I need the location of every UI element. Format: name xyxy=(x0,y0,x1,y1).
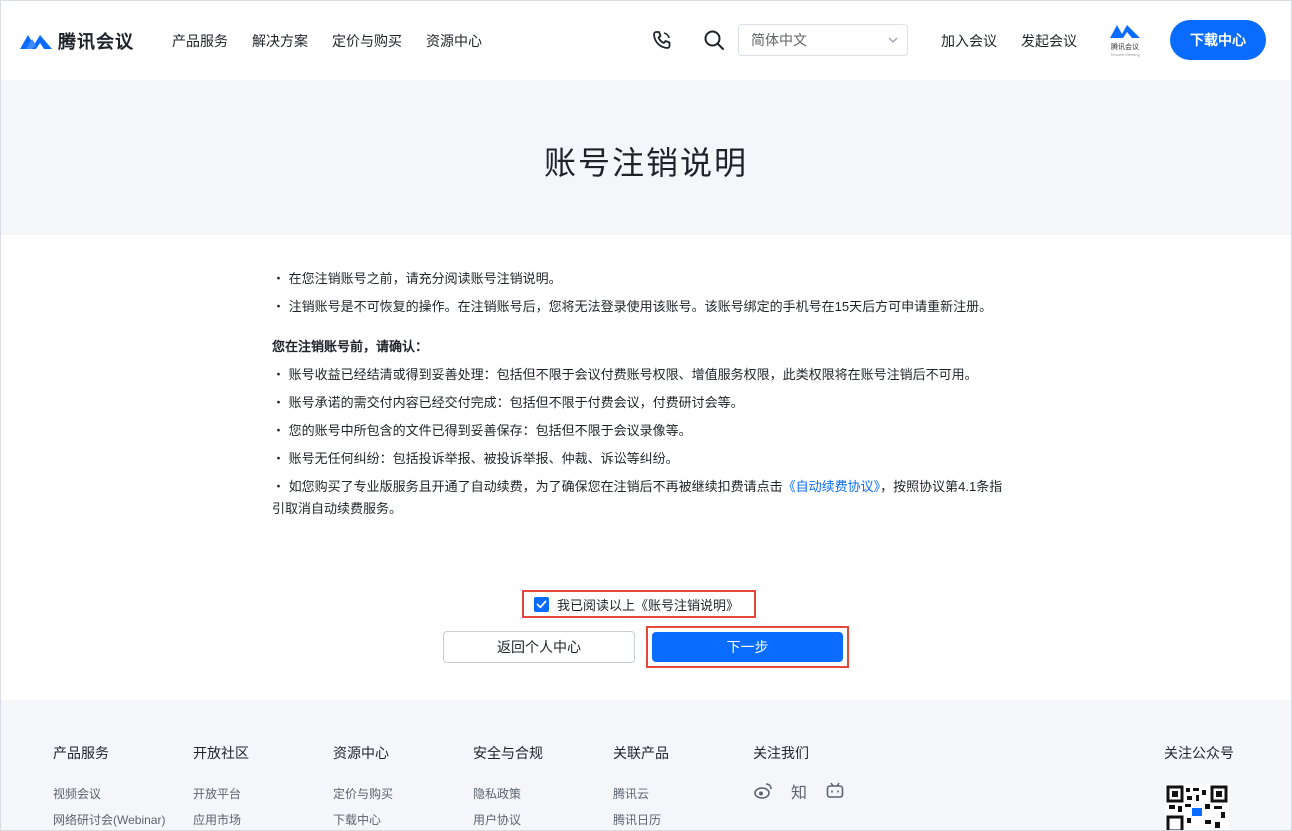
next-step-highlight: 下一步 xyxy=(646,626,849,668)
footer-col-title: 资源中心 xyxy=(333,745,389,761)
footer-col-resources: 资源中心 定价与购买 下载中心 xyxy=(333,743,393,831)
confirm-item: ・ 您的账号中所包含的文件已得到妥善保存：包括但不限于会议录像等。 xyxy=(272,423,692,438)
confirm-item: ・ 账号承诺的需交付内容已经交付完成：包括但不限于付费会议，付费研讨会等。 xyxy=(272,395,744,410)
nav-pricing[interactable]: 定价与购买 xyxy=(332,31,402,51)
footer-link[interactable]: 视频会议 xyxy=(53,781,165,807)
footer-col-title: 关联产品 xyxy=(613,745,669,761)
footer-col-products: 产品服务 视频会议 网络研讨会(Webinar) xyxy=(53,743,165,831)
footer-link[interactable]: 开放平台 xyxy=(193,781,249,807)
cancellation-notice: ・ 在您注销账号之前，请充分阅读账号注销说明。 ・ 注销账号是不可恢复的操作。在… xyxy=(272,268,1014,526)
notice-paragraph: ・ 注销账号是不可恢复的操作。在注销账号后，您将无法登录使用该账号。该账号绑定的… xyxy=(272,299,993,314)
notice-paragraph: ・ 在您注销账号之前，请充分阅读账号注销说明。 xyxy=(272,271,562,286)
agree-checkbox[interactable] xyxy=(534,596,549,612)
footer-col-security: 安全与合规 隐私政策 用户协议 xyxy=(473,743,543,831)
logo-text: 腾讯会议 xyxy=(58,32,134,52)
page-title: 账号注销说明 xyxy=(543,144,748,181)
confirm-item: ・ 账号无任何纠纷：包括投诉举报、被投诉举报、仲裁、诉讼等纠纷。 xyxy=(272,451,679,466)
footer-col-wechat: 关注公众号 xyxy=(1164,743,1234,781)
page-banner: 账号注销说明 xyxy=(1,80,1291,235)
start-meeting-link[interactable]: 发起会议 xyxy=(1021,31,1077,51)
language-select[interactable]: 简体中文 xyxy=(738,24,908,56)
zhihu-icon[interactable]: 知 xyxy=(789,781,809,802)
footer-link[interactable]: 隐私政策 xyxy=(473,781,543,807)
chevron-down-icon xyxy=(888,37,898,43)
footer-link[interactable]: 腾讯日历 xyxy=(613,807,669,831)
footer-col-community: 开放社区 开放平台 应用市场 xyxy=(193,743,249,831)
footer-link[interactable]: 定价与购买 xyxy=(333,781,393,807)
footer-link[interactable]: 网络研讨会(Webinar) xyxy=(53,807,165,831)
footer-col-title: 安全与合规 xyxy=(473,745,543,761)
top-header: 腾讯会议 产品服务 解决方案 定价与购买 资源中心 简体中文 加入会议 发起会议… xyxy=(0,0,1292,80)
nav-product-services[interactable]: 产品服务 xyxy=(172,31,228,51)
bilibili-icon[interactable] xyxy=(825,781,845,801)
brand-badge: 腾讯会议 Tencent Meeting xyxy=(1106,22,1144,62)
footer-link[interactable]: 腾讯云 xyxy=(613,781,669,807)
auto-renew-agreement-link[interactable]: 《自动续费协议》 xyxy=(783,479,881,494)
footer-link[interactable]: 用户协议 xyxy=(473,807,543,831)
weibo-icon[interactable] xyxy=(753,781,773,801)
footer-link[interactable]: 应用市场 xyxy=(193,807,249,831)
confirm-item: ・ 如您购买了专业版服务且开通了自动续费，为了确保您在注销后不再被继续扣费请点击… xyxy=(272,476,1014,520)
logo-mark-icon xyxy=(20,35,52,49)
check-icon xyxy=(536,600,547,608)
footer-col-title: 关注公众号 xyxy=(1164,745,1234,761)
next-step-button[interactable]: 下一步 xyxy=(652,632,843,662)
footer-col-related: 关联产品 腾讯云 腾讯日历 xyxy=(613,743,669,831)
tencent-meeting-logo[interactable]: 腾讯会议 xyxy=(20,28,134,54)
agree-checkbox-row[interactable]: 我已阅读以上《账号注销说明》 xyxy=(522,590,756,618)
main-nav: 产品服务 解决方案 定价与购买 资源中心 xyxy=(172,31,482,51)
join-meeting-link[interactable]: 加入会议 xyxy=(941,31,997,51)
footer-col-follow: 关注我们 知 xyxy=(753,743,845,802)
brand-badge-subtitle: Tencent Meeting xyxy=(1110,52,1140,57)
agree-label: 我已阅读以上《账号注销说明》 xyxy=(557,597,740,613)
confirm-item-text: ・ 如您购买了专业版服务且开通了自动续费，为了确保您在注销后不再被继续扣费请点击 xyxy=(272,479,783,494)
back-to-profile-button[interactable]: 返回个人中心 xyxy=(443,631,635,663)
confirm-title: 您在注销账号前，请确认： xyxy=(272,339,429,354)
footer-col-title: 开放社区 xyxy=(193,745,249,761)
footer-link[interactable]: 下载中心 xyxy=(333,807,393,831)
nav-resources[interactable]: 资源中心 xyxy=(426,31,482,51)
footer-col-title: 关注我们 xyxy=(753,745,809,761)
search-icon[interactable] xyxy=(703,29,725,51)
brand-badge-title: 腾讯会议 xyxy=(1111,44,1139,51)
wechat-qr-code-icon xyxy=(1165,784,1229,831)
download-center-button[interactable]: 下载中心 xyxy=(1170,20,1266,60)
language-select-value: 简体中文 xyxy=(751,32,807,48)
phone-icon[interactable] xyxy=(652,30,672,50)
footer-col-title: 产品服务 xyxy=(53,745,109,761)
brand-badge-icon xyxy=(1110,25,1140,38)
site-footer: 产品服务 视频会议 网络研讨会(Webinar) 开放社区 开放平台 应用市场 … xyxy=(1,700,1291,831)
nav-solutions[interactable]: 解决方案 xyxy=(252,31,308,51)
confirm-item: ・ 账号收益已经结清或得到妥善处理：包括但不限于会议付费账号权限、增值服务权限，… xyxy=(272,367,978,382)
social-links: 知 xyxy=(753,781,845,802)
